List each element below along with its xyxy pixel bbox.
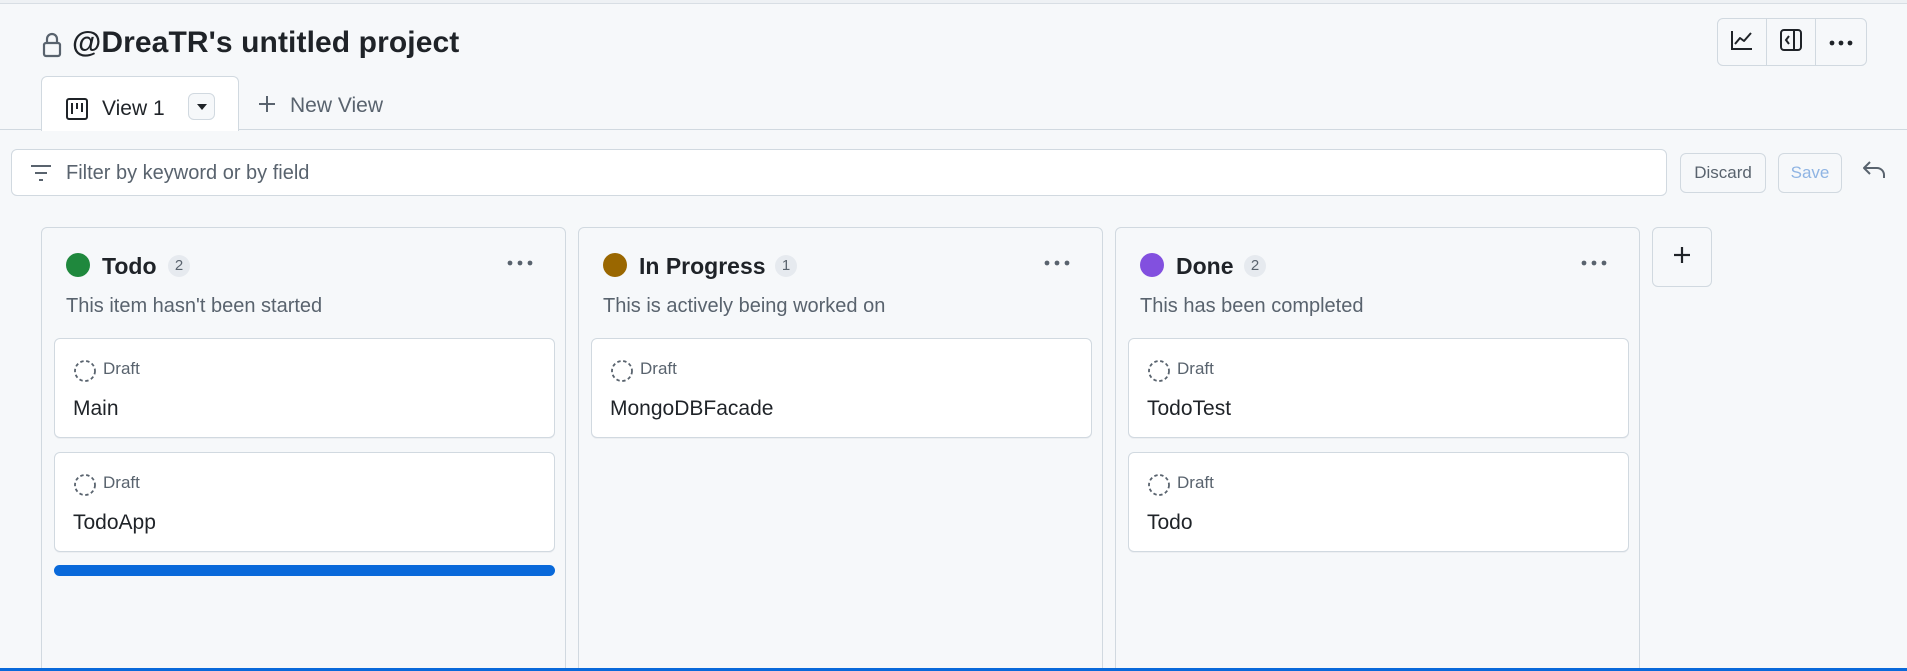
- insights-button[interactable]: [1718, 19, 1767, 65]
- status-color-dot: [66, 253, 90, 277]
- draft-label: Draft: [640, 359, 677, 378]
- tab-label: View 1: [102, 97, 165, 120]
- status-color-dot: [603, 253, 627, 277]
- draft-label: Draft: [1177, 473, 1214, 492]
- column-done: Done 2 This has been completed Draft Tod…: [1115, 227, 1640, 671]
- item-count-badge: 2: [1244, 255, 1266, 277]
- status-color-dot: [1140, 253, 1164, 277]
- more-options-button[interactable]: [1816, 19, 1866, 65]
- page-title: @DreaTR's untitled project: [72, 26, 460, 59]
- sidebar-expand-icon: [1779, 28, 1803, 57]
- triangle-down-icon: [196, 98, 208, 116]
- project-board-icon: [66, 98, 88, 125]
- discard-button[interactable]: Discard: [1680, 153, 1766, 193]
- column-menu-button[interactable]: [1041, 250, 1073, 274]
- new-view-label: New View: [290, 94, 383, 117]
- new-view-button[interactable]: New View: [258, 94, 383, 118]
- card-title[interactable]: Main: [73, 397, 119, 421]
- draft-issue-icon: [1147, 473, 1171, 502]
- column-description: This has been completed: [1140, 295, 1364, 317]
- filter-icon: [30, 164, 52, 187]
- kebab-horizontal-icon: [1829, 33, 1853, 51]
- kebab-horizontal-icon: [1044, 253, 1070, 271]
- item-count-badge: 1: [775, 255, 797, 277]
- graph-icon: [1730, 29, 1754, 56]
- column-title: Done: [1176, 253, 1234, 279]
- item-count-badge: 2: [168, 255, 190, 277]
- column-title: In Progress: [639, 253, 766, 279]
- card-item[interactable]: Draft Main: [54, 338, 555, 438]
- draft-label: Draft: [103, 359, 140, 378]
- column-in-progress: In Progress 1 This is actively being wor…: [578, 227, 1103, 671]
- kebab-horizontal-icon: [507, 253, 533, 271]
- card-title[interactable]: Todo: [1147, 511, 1193, 535]
- card-title[interactable]: TodoApp: [73, 511, 156, 535]
- project-header: @DreaTR's untitled project View 1 New Vi…: [0, 4, 1907, 131]
- column-menu-button[interactable]: [504, 250, 536, 274]
- draft-issue-icon: [1147, 359, 1171, 388]
- card-item[interactable]: Draft Todo: [1128, 452, 1629, 552]
- kebab-horizontal-icon: [1581, 253, 1607, 271]
- column-todo: Todo 2 This item hasn't been started Dra…: [41, 227, 566, 671]
- reply-icon: [1862, 161, 1886, 184]
- tab-view-1[interactable]: View 1: [41, 76, 239, 131]
- draft-label: Draft: [1177, 359, 1214, 378]
- draft-issue-icon: [610, 359, 634, 388]
- filter-input[interactable]: [66, 158, 1646, 188]
- column-menu-button[interactable]: [1578, 250, 1610, 274]
- column-description: This is actively being worked on: [603, 295, 886, 317]
- header-button-group: [1717, 18, 1867, 66]
- filter-bar: [11, 149, 1667, 196]
- drop-indicator: [54, 565, 555, 576]
- save-button[interactable]: Save: [1778, 153, 1842, 193]
- add-column-button[interactable]: [1652, 227, 1712, 287]
- layout-button[interactable]: [1767, 19, 1816, 65]
- plus-icon: [1672, 245, 1692, 270]
- column-title: Todo: [102, 253, 157, 279]
- draft-label: Draft: [103, 473, 140, 492]
- card-title[interactable]: TodoTest: [1147, 397, 1231, 421]
- draft-issue-icon: [73, 473, 97, 502]
- card-title[interactable]: MongoDBFacade: [610, 397, 773, 421]
- lock-icon: [42, 32, 62, 58]
- card-item[interactable]: Draft MongoDBFacade: [591, 338, 1092, 438]
- plus-icon: [258, 95, 276, 118]
- card-item[interactable]: Draft TodoTest: [1128, 338, 1629, 438]
- view-options-dropdown[interactable]: [188, 93, 215, 120]
- undo-button[interactable]: [1862, 160, 1886, 185]
- card-item[interactable]: Draft TodoApp: [54, 452, 555, 552]
- column-description: This item hasn't been started: [66, 295, 323, 317]
- draft-issue-icon: [73, 359, 97, 388]
